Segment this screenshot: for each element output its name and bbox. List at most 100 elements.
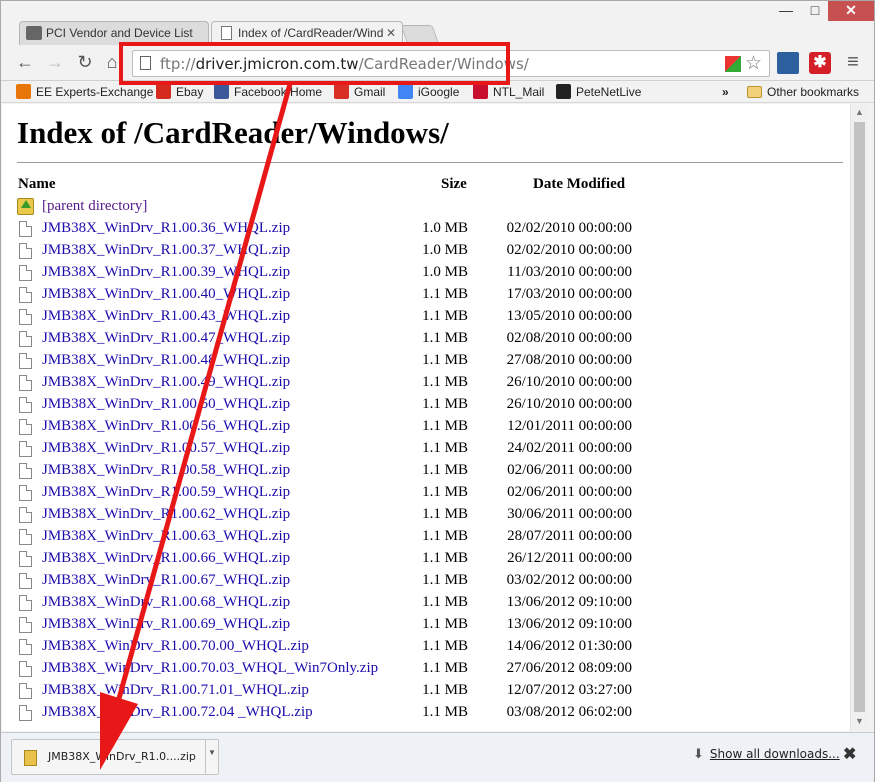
- other-bookmarks-folder[interactable]: Other bookmarks: [747, 83, 859, 101]
- bookmark-gmail[interactable]: Gmail: [334, 83, 385, 101]
- tab-pci-vendor[interactable]: PCI Vendor and Device List: [19, 21, 209, 45]
- file-link[interactable]: JMB38X_WinDrv_R1.00.36_WHQL.zip: [42, 220, 290, 237]
- chart-extension-icon[interactable]: [777, 52, 799, 74]
- file-row: JMB38X_WinDrv_R1.00.50_WHQL.zip 1.1 MB 26/…: [17, 395, 637, 417]
- maximize-button[interactable]: □: [800, 1, 830, 21]
- file-date: 14/06/2012 01:30:00: [506, 638, 632, 654]
- scroll-up-icon[interactable]: ▲: [855, 107, 864, 117]
- file-date: 12/01/2011 00:00:00: [507, 418, 632, 434]
- scroll-down-icon[interactable]: ▼: [855, 716, 864, 726]
- file-link[interactable]: JMB38X_WinDrv_R1.00.66_WHQL.zip: [42, 550, 290, 567]
- bookmarks-overflow-button[interactable]: »: [722, 83, 729, 101]
- file-size: 1.1 MB: [422, 528, 468, 544]
- file-date: 24/02/2011 00:00:00: [507, 440, 632, 456]
- file-link[interactable]: JMB38X_WinDrv_R1.00.62_WHQL.zip: [42, 506, 290, 523]
- address-bar[interactable]: ftp://driver.jmicron.com.tw/CardReader/W…: [132, 50, 770, 77]
- file-icon: [19, 353, 32, 369]
- tab-index-cardreader[interactable]: Index of /CardReader/Wind ✕: [211, 21, 403, 46]
- igoogle-icon: [398, 84, 413, 99]
- url-text: ftp://driver.jmicron.com.tw/CardReader/W…: [160, 55, 529, 73]
- extension-color-icon[interactable]: [725, 56, 741, 72]
- file-size: 1.1 MB: [422, 440, 468, 456]
- file-size: 1.1 MB: [422, 660, 468, 676]
- chrome-menu-icon[interactable]: ≡: [843, 52, 863, 73]
- file-link[interactable]: JMB38X_WinDrv_R1.00.50_WHQL.zip: [42, 396, 290, 413]
- file-link[interactable]: JMB38X_WinDrv_R1.00.48_WHQL.zip: [42, 352, 290, 369]
- url-host: driver.jmicron.com.tw: [195, 55, 359, 73]
- file-row: JMB38X_WinDrv_R1.00.37_WHQL.zip 1.0 MB 02/…: [17, 241, 637, 263]
- file-date: 11/03/2010 00:00:00: [507, 264, 632, 280]
- file-size: 1.1 MB: [422, 352, 468, 368]
- file-date: 26/10/2010 00:00:00: [506, 396, 632, 412]
- file-link[interactable]: JMB38X_WinDrv_R1.00.57_WHQL.zip: [42, 440, 290, 457]
- file-date: 13/06/2012 09:10:00: [506, 616, 632, 632]
- vertical-scrollbar[interactable]: ▲ ▼: [850, 104, 867, 731]
- ebay-icon: [156, 84, 171, 99]
- file-link[interactable]: JMB38X_WinDrv_R1.00.43_WHQL.zip: [42, 308, 290, 325]
- scrollbar-thumb[interactable]: [854, 122, 865, 712]
- file-date: 02/06/2011 00:00:00: [507, 462, 632, 478]
- minimize-button[interactable]: —: [771, 1, 801, 21]
- bookmark-facebook[interactable]: Facebook Home: [214, 83, 322, 101]
- page-title: Index of /CardReader/Windows/: [17, 115, 449, 150]
- url-path: /CardReader/Windows/: [358, 55, 529, 73]
- file-link[interactable]: JMB38X_WinDrv_R1.00.70.00_WHQL.zip: [42, 638, 309, 655]
- reload-button[interactable]: ↻: [75, 53, 95, 73]
- bookmark-petenetlive[interactable]: PeteNetLive: [556, 83, 641, 101]
- bookmark-label: EE Experts-Exchange: [36, 85, 154, 99]
- file-date: 02/02/2010 00:00:00: [506, 242, 632, 258]
- navigation-toolbar: ← → ↻ ⌂ ftp://driver.jmicron.com.tw/Card…: [1, 45, 874, 81]
- close-window-button[interactable]: ✕: [828, 1, 874, 21]
- bookmark-igoogle[interactable]: iGoogle: [398, 83, 459, 101]
- file-icon: [19, 485, 32, 501]
- bookmark-ee[interactable]: EE Experts-Exchange: [16, 83, 153, 101]
- file-link[interactable]: JMB38X_WinDrv_R1.00.39_WHQL.zip: [42, 264, 290, 281]
- pci-favicon-icon: [26, 26, 42, 40]
- bookmark-ebay[interactable]: Ebay: [156, 83, 203, 101]
- file-link[interactable]: JMB38X_WinDrv_R1.00.49_WHQL.zip: [42, 374, 290, 391]
- parent-directory-link[interactable]: [parent directory]: [42, 198, 147, 215]
- bookmark-ntl[interactable]: NTL_Mail: [473, 83, 544, 101]
- page-content: Index of /CardReader/Windows/ Name Size …: [2, 104, 850, 731]
- file-link[interactable]: JMB38X_WinDrv_R1.00.37_WHQL.zip: [42, 242, 290, 259]
- new-tab-button[interactable]: [400, 25, 440, 45]
- file-size: 1.1 MB: [422, 330, 468, 346]
- download-item-divider: [205, 740, 206, 774]
- file-icon: [19, 507, 32, 523]
- file-link[interactable]: JMB38X_WinDrv_R1.00.67_WHQL.zip: [42, 572, 290, 589]
- tab-close-icon[interactable]: ✕: [386, 22, 396, 44]
- file-size: 1.1 MB: [422, 616, 468, 632]
- close-shelf-icon[interactable]: ✖: [843, 744, 856, 764]
- file-link[interactable]: JMB38X_WinDrv_R1.00.69_WHQL.zip: [42, 616, 290, 633]
- file-row: JMB38X_WinDrv_R1.00.69_WHQL.zip 1.1 MB 13/…: [17, 615, 637, 637]
- show-all-downloads-link[interactable]: ⬇ Show all downloads...: [693, 747, 840, 762]
- file-size: 1.1 MB: [422, 594, 468, 610]
- file-link[interactable]: JMB38X_WinDrv_R1.00.40_WHQL.zip: [42, 286, 290, 303]
- file-icon: [19, 617, 32, 633]
- file-icon: [19, 441, 32, 457]
- ntl-icon: [473, 84, 488, 99]
- file-link[interactable]: JMB38X_WinDrv_R1.00.56_WHQL.zip: [42, 418, 290, 435]
- file-link[interactable]: JMB38X_WinDrv_R1.00.47_WHQL.zip: [42, 330, 290, 347]
- lastpass-extension-icon[interactable]: ✱: [809, 52, 831, 74]
- download-shelf: JMB38X_WinDrv_R1.0....zip ▼ ⬇ Show all do…: [1, 732, 874, 782]
- file-link[interactable]: JMB38X_WinDrv_R1.00.63_WHQL.zip: [42, 528, 290, 545]
- download-arrow-icon: ⬇: [693, 747, 704, 762]
- file-link[interactable]: JMB38X_WinDrv_R1.00.58_WHQL.zip: [42, 462, 290, 479]
- file-link[interactable]: JMB38X_WinDrv_R1.00.59_WHQL.zip: [42, 484, 290, 501]
- back-button[interactable]: ←: [15, 53, 35, 73]
- page-info-icon[interactable]: [140, 56, 151, 70]
- forward-button[interactable]: →: [45, 53, 65, 73]
- file-link[interactable]: JMB38X_WinDrv_R1.00.72.04 _WHQL.zip: [42, 704, 313, 721]
- home-button[interactable]: ⌂: [102, 53, 122, 73]
- file-link[interactable]: JMB38X_WinDrv_R1.00.71.01_WHQL.zip: [42, 682, 309, 699]
- file-size: 1.1 MB: [422, 396, 468, 412]
- download-item[interactable]: JMB38X_WinDrv_R1.0....zip ▼: [11, 739, 219, 775]
- download-options-chevron-icon[interactable]: ▼: [208, 748, 216, 757]
- bookmark-star-icon[interactable]: ☆: [745, 52, 762, 75]
- file-link[interactable]: JMB38X_WinDrv_R1.00.68_WHQL.zip: [42, 594, 290, 611]
- file-date: 13/06/2012 09:10:00: [506, 594, 632, 610]
- ee-icon: [16, 84, 31, 99]
- file-link[interactable]: JMB38X_WinDrv_R1.00.70.03_WHQL_Win7Only.…: [42, 660, 378, 677]
- file-row: JMB38X_WinDrv_R1.00.62_WHQL.zip 1.1 MB 30/…: [17, 505, 637, 527]
